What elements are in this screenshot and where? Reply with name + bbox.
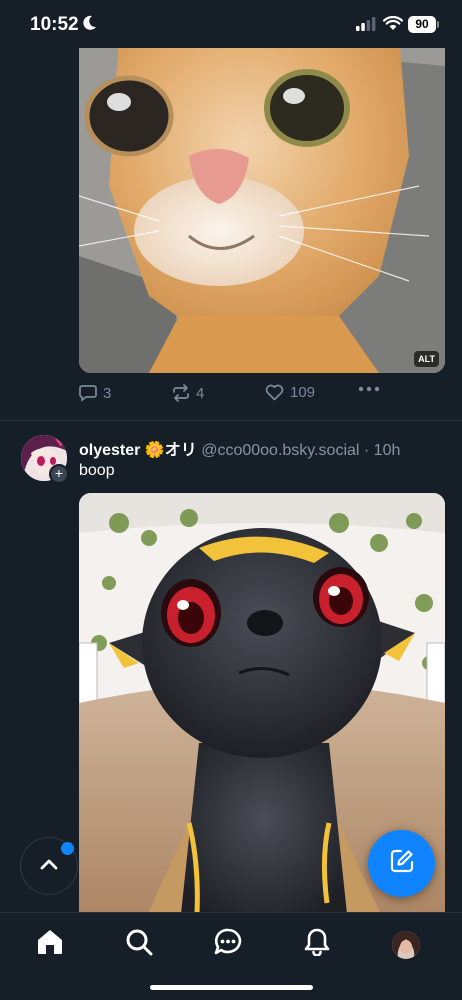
post-time[interactable]: 10h (374, 442, 401, 459)
search-icon (125, 928, 153, 961)
reply-button[interactable]: 3 (79, 384, 111, 402)
heart-icon (265, 384, 284, 401)
tab-home[interactable] (35, 929, 65, 959)
wifi-icon (382, 15, 404, 36)
repost-count: 4 (196, 384, 205, 402)
tab-search[interactable] (124, 929, 154, 959)
new-posts-indicator (61, 842, 74, 855)
post-divider (0, 420, 462, 421)
chevron-up-icon (40, 857, 58, 875)
author-handle[interactable]: @cco00oo.bsky.social (201, 442, 359, 459)
post-header: olyester 🌼オリ @cco00oo.bsky.social · 10h (79, 436, 400, 460)
home-indicator (150, 985, 313, 990)
battery-indicator: 90 (408, 16, 439, 33)
status-bar: 10:52 90 (0, 0, 462, 48)
header-separator: · (359, 442, 374, 459)
status-time: 10:52 (30, 14, 79, 35)
home-icon (36, 929, 64, 960)
tab-chat[interactable] (213, 928, 243, 961)
tab-notifications[interactable] (302, 928, 332, 961)
repost-icon (172, 384, 190, 402)
ellipsis-icon (358, 386, 380, 392)
follow-plus-button[interactable]: + (49, 464, 69, 484)
post-text: boop (79, 462, 115, 479)
compose-post-button[interactable] (368, 830, 435, 897)
reply-count: 3 (103, 384, 112, 402)
like-count: 109 (290, 384, 316, 401)
post-actions: 3 4 109 (79, 384, 445, 408)
bell-icon (304, 928, 330, 961)
tab-profile-avatar[interactable] (392, 931, 420, 959)
compose-pencil-icon (389, 848, 415, 879)
alt-text-badge[interactable]: ALT (414, 351, 439, 367)
post-image-cat[interactable]: ALT (79, 36, 445, 373)
more-options-button[interactable] (358, 386, 380, 392)
moon-icon (83, 15, 97, 36)
repost-button[interactable]: 4 (172, 384, 204, 402)
author-display-name[interactable]: olyester 🌼オリ (79, 442, 197, 459)
reply-icon (79, 384, 97, 402)
like-button[interactable]: 109 (265, 384, 315, 401)
cellular-signal-icon (356, 17, 376, 36)
cat-illustration (79, 36, 445, 373)
chat-bubble-icon (214, 928, 242, 961)
